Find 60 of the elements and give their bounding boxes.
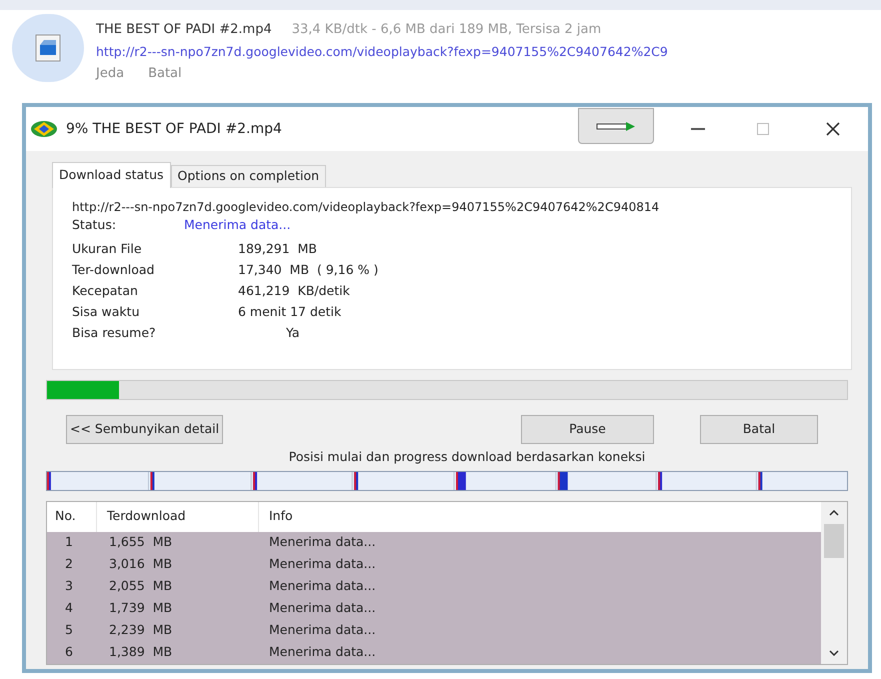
table-cell-text: 1	[64, 533, 74, 552]
table-cell-text: 1,655 MB	[108, 533, 174, 552]
arrow-right-icon	[596, 121, 636, 131]
table-row[interactable]: 1 1,655 MB Menerima data...	[47, 532, 821, 554]
table-cell-text: Menerima data...	[268, 643, 377, 662]
table-cell-text: 5	[64, 621, 74, 640]
tab[interactable]: Options on completion	[170, 165, 326, 187]
connections-caption: Posisi mulai dan progress download berdasarkan koneksi	[288, 448, 646, 466]
download-action-link[interactable]: Batal	[148, 64, 182, 84]
tab[interactable]: Download status	[52, 162, 171, 188]
scrollbar[interactable]	[821, 502, 847, 664]
toggle-details-button[interactable]: << Sembunyikan detail	[66, 415, 224, 444]
field-value: 461,219 KB/detik	[238, 282, 350, 300]
table-row[interactable]: 6 1,389 MB Menerima data...	[47, 642, 821, 664]
download-url-link[interactable]: http://r2---sn-npo7zn7d.googlevideo.com/videoplayback?fexp=9407155%2C9407642%2C9	[96, 42, 668, 62]
table-cell-text: 1,739 MB	[108, 599, 174, 618]
field-value: 189,291 MB	[238, 240, 317, 258]
maximize-icon	[757, 123, 769, 135]
status-value: Menerima data...	[184, 216, 291, 234]
table-cell-text: 6	[64, 643, 74, 662]
table-cell-text: 2,239 MB	[108, 621, 174, 640]
window-title: 9% THE BEST OF PADI #2.mp4	[66, 120, 282, 138]
app-logo-icon	[30, 120, 58, 138]
scrollbar-thumb[interactable]	[824, 524, 844, 558]
column-header[interactable]: Info	[259, 502, 821, 532]
table-cell-text: Menerima data...	[268, 533, 377, 552]
next-arrow-button[interactable]	[578, 108, 654, 144]
download-action-link[interactable]: Jeda	[96, 64, 124, 84]
table-cell-text: 3	[64, 577, 74, 596]
url-text: http://r2---sn-npo7zn7d.googlevideo.com/videoplayback?fexp=9407155%2C9407642%2C940814	[72, 199, 660, 216]
close-icon	[826, 122, 840, 136]
table-cell-text: Menerima data...	[268, 599, 377, 618]
minimize-icon	[691, 128, 705, 130]
table-cell-text: Menerima data...	[268, 577, 377, 596]
scroll-down-icon	[829, 650, 839, 656]
table-cell-text: 1,389 MB	[108, 643, 174, 662]
table-cell-text: 2	[64, 555, 74, 574]
field-label: Ter-download	[72, 261, 156, 279]
table-cell-text: Menerima data...	[268, 555, 377, 574]
pause-button[interactable]: Pause	[521, 415, 654, 444]
file-name: THE BEST OF PADI #2.mp4	[96, 21, 272, 39]
table-cell-text: 4	[64, 599, 74, 618]
table-row[interactable]: 3 2,055 MB Menerima data...	[47, 576, 821, 598]
table-cell-text: Menerima data...	[268, 621, 377, 640]
field-value: Ya	[285, 324, 300, 342]
scroll-up-icon	[829, 510, 839, 516]
table-cell-text: 3,016 MB	[108, 555, 174, 574]
download-progress-text: 33,4 KB/dtk - 6,6 MB dari 189 MB, Tersisa 2 jam	[292, 21, 602, 39]
table-cell-text: 2,055 MB	[108, 577, 174, 596]
field-label: Bisa resume?	[72, 324, 157, 342]
field-label: Ukuran File	[72, 240, 143, 258]
cancel-button[interactable]: Batal	[700, 415, 818, 444]
field-value: 6 menit 17 detik	[238, 303, 342, 321]
table-row[interactable]: 2 3,016 MB Menerima data...	[47, 554, 821, 576]
status-label: Status:	[72, 216, 118, 234]
table-row[interactable]: 5 2,239 MB Menerima data...	[47, 620, 821, 642]
field-label: Kecepatan	[72, 282, 139, 300]
field-value: 17,340 MB ( 9,16 % )	[238, 261, 378, 279]
table-row[interactable]: 4 1,739 MB Menerima data...	[47, 598, 821, 620]
field-label: Sisa waktu	[72, 303, 140, 321]
